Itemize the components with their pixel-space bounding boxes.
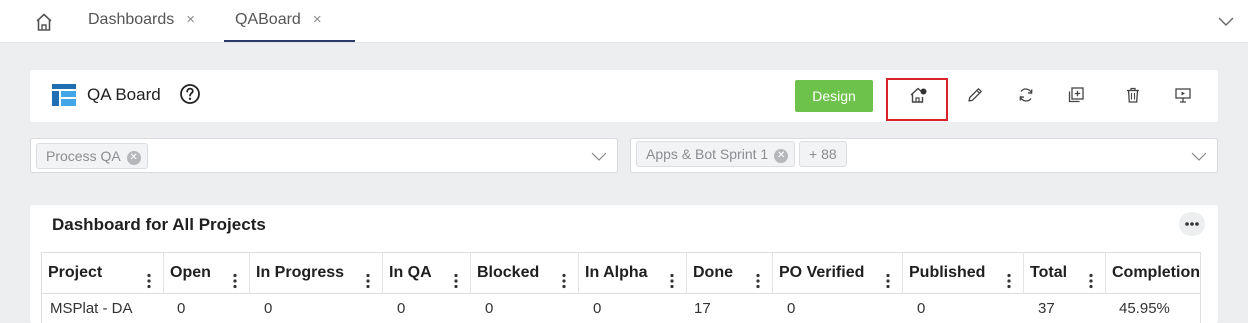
cell-in-progress: 0: [264, 300, 273, 317]
column-header-po-verified[interactable]: PO Verified: [773, 253, 903, 294]
duplicate-button[interactable]: [1065, 84, 1087, 106]
table-row[interactable]: MSPlat - DA 0 0 0 0 0 17 0 0 37 45.95%: [42, 294, 1200, 323]
home-settings-button[interactable]: [907, 84, 929, 106]
column-header-in-qa[interactable]: In QA: [383, 253, 471, 294]
cell-published: 0: [917, 300, 926, 317]
tabs-dropdown-button[interactable]: [1216, 11, 1236, 31]
help-icon[interactable]: [179, 83, 201, 105]
chip-remove-icon[interactable]: ✕: [126, 151, 141, 165]
cell-done: 17: [694, 300, 711, 317]
page-title: QA Board: [87, 85, 161, 104]
tab-dashboards[interactable]: Dashboards ×: [88, 0, 195, 42]
table-title: Dashboard for All Projects: [52, 215, 266, 234]
edit-button[interactable]: [964, 84, 986, 106]
column-menu-icon[interactable]: [1089, 265, 1093, 289]
vertical-scrollbar[interactable]: [1200, 295, 1201, 323]
filter-chip: Apps & Bot Sprint 1 ✕: [636, 141, 796, 167]
column-menu-icon[interactable]: [454, 265, 458, 289]
sprint-filter-select[interactable]: Apps & Bot Sprint 1 ✕ + 88: [630, 138, 1218, 173]
column-header-completion[interactable]: Completion: [1106, 253, 1200, 294]
cell-in-qa: 0: [397, 300, 406, 317]
column-menu-icon[interactable]: [233, 265, 237, 289]
column-header-in-alpha[interactable]: In Alpha: [579, 253, 687, 294]
edit-icon: [968, 88, 982, 102]
tab-label: QABoard: [235, 11, 301, 28]
delete-button[interactable]: [1122, 84, 1144, 106]
column-header-published[interactable]: Published: [903, 253, 1024, 294]
more-options-button[interactable]: [1179, 212, 1205, 236]
present-button[interactable]: [1172, 84, 1194, 106]
close-icon[interactable]: ×: [186, 11, 195, 28]
refresh-icon: [1019, 88, 1033, 102]
process-filter-select[interactable]: Process QA ✕: [30, 138, 618, 173]
more-horizontal-icon: [1185, 222, 1199, 226]
board-header: QA Board Design: [30, 70, 1218, 122]
column-menu-icon[interactable]: [147, 265, 151, 289]
dashboard-table-card: Dashboard for All Projects Project Open …: [30, 205, 1218, 323]
more-chips-badge[interactable]: + 88: [799, 141, 847, 167]
home-settings-icon: [910, 87, 927, 103]
duplicate-icon: [1068, 87, 1084, 103]
data-grid: Project Open In Progress In QA Blocked I…: [41, 252, 1201, 323]
chip-label: Apps & Bot Sprint 1: [646, 146, 769, 162]
tab-label: Dashboards: [88, 11, 175, 28]
cell-blocked: 0: [485, 300, 494, 317]
close-icon[interactable]: ×: [313, 11, 322, 28]
cell-completion: 45.95%: [1119, 300, 1170, 317]
column-menu-icon[interactable]: [1007, 265, 1011, 289]
chevron-down-icon: [591, 152, 607, 161]
column-header-done[interactable]: Done: [687, 253, 773, 294]
column-menu-icon[interactable]: [756, 265, 760, 289]
tab-bar: Dashboards × QABoard ×: [0, 0, 1248, 43]
refresh-button[interactable]: [1015, 84, 1037, 106]
home-icon: [36, 13, 52, 31]
cell-total: 37: [1038, 300, 1055, 317]
column-menu-icon[interactable]: [886, 265, 890, 289]
cell-po-verified: 0: [787, 300, 796, 317]
filter-chip: Process QA ✕: [36, 143, 148, 169]
column-header-project[interactable]: Project: [42, 253, 164, 294]
chip-remove-icon[interactable]: ✕: [774, 149, 789, 163]
table-header-row: Project Open In Progress In QA Blocked I…: [42, 253, 1200, 294]
tab-qaboard[interactable]: QABoard ×: [224, 0, 355, 42]
chevron-down-icon: [1191, 152, 1207, 161]
column-header-blocked[interactable]: Blocked: [471, 253, 579, 294]
chevron-down-icon: [1218, 17, 1234, 26]
column-header-in-progress[interactable]: In Progress: [250, 253, 383, 294]
cell-project: MSPlat - DA: [50, 300, 133, 317]
present-icon: [1175, 88, 1191, 103]
column-menu-icon[interactable]: [366, 265, 370, 289]
home-tab[interactable]: [26, 11, 62, 33]
design-button[interactable]: Design: [795, 80, 873, 112]
cell-open: 0: [177, 300, 186, 317]
cell-in-alpha: 0: [593, 300, 602, 317]
column-header-open[interactable]: Open: [164, 253, 250, 294]
chip-label: Process QA: [46, 148, 121, 164]
column-menu-icon[interactable]: [562, 265, 566, 289]
column-menu-icon[interactable]: [670, 265, 674, 289]
board-icon: [52, 84, 76, 106]
column-header-total[interactable]: Total: [1024, 253, 1106, 294]
delete-icon: [1127, 87, 1139, 103]
